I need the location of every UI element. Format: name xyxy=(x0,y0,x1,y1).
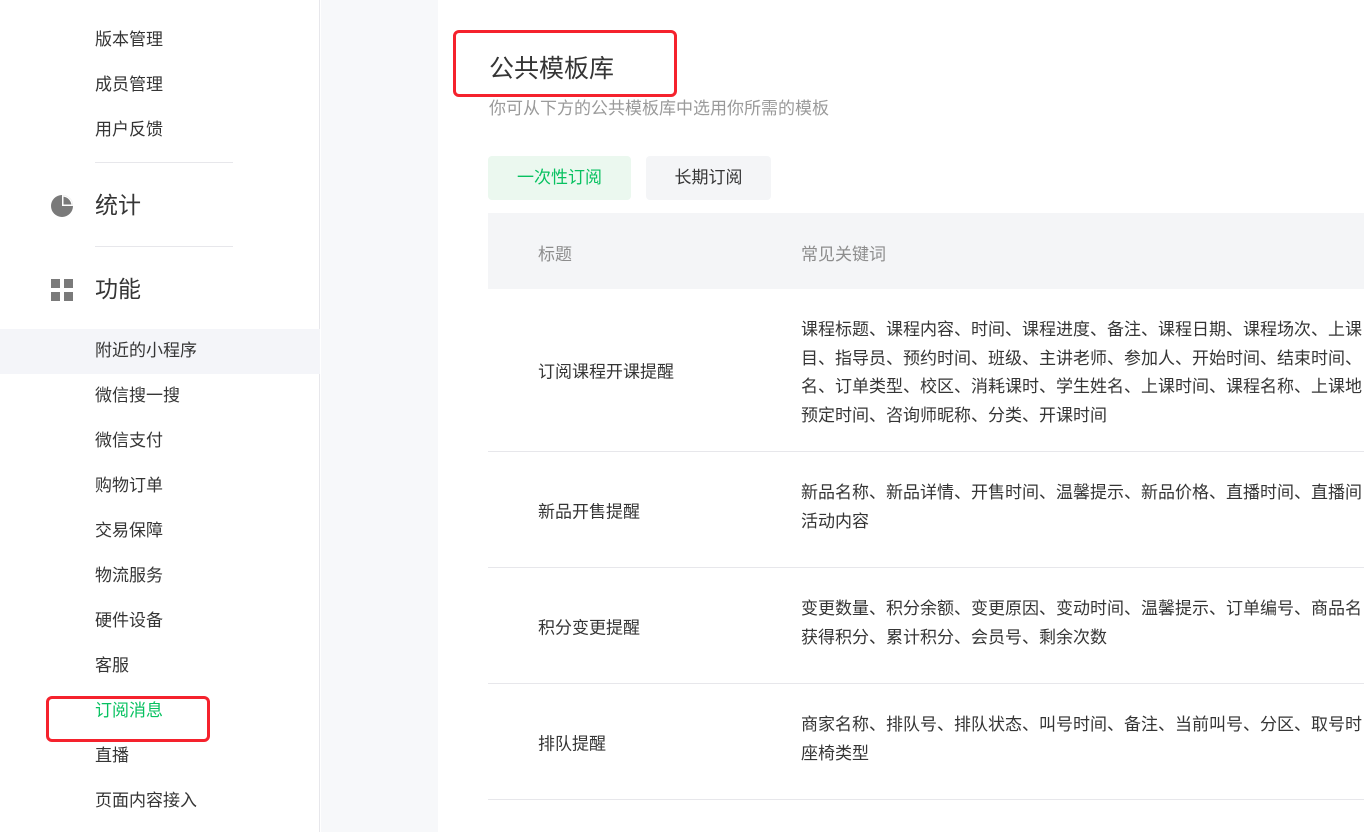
table-header: 标题 常见关键词 xyxy=(488,213,1364,289)
sidebar-item-hardware[interactable]: 硬件设备 xyxy=(0,599,320,644)
template-keywords: 新品名称、新品详情、开售时间、温馨提示、新品价格、直播时间、直播间 活动内容 xyxy=(801,479,1364,536)
template-keywords: 商家名称、排队号、排队状态、叫号时间、备注、当前叫号、分区、取号时 座椅类型 xyxy=(801,711,1364,768)
sidebar-divider xyxy=(95,246,233,247)
page-title: 公共模板库 xyxy=(489,54,615,83)
sidebar-section-functions[interactable]: 功能 xyxy=(0,270,320,310)
table-row[interactable]: 订阅课程开课提醒 课程标题、课程内容、时间、课程进度、备注、课程日期、课程场次、… xyxy=(488,289,1364,452)
template-keywords: 课程标题、课程内容、时间、课程进度、备注、课程日期、课程场次、上课 目、指导员、… xyxy=(801,316,1364,430)
keyword-line: 预定时间、咨询师昵称、分类、开课时间 xyxy=(801,405,1107,426)
sidebar-item-customer-service[interactable]: 客服 xyxy=(0,644,320,689)
content-gutter xyxy=(321,0,438,832)
template-table: 标题 常见关键词 订阅课程开课提醒 课程标题、课程内容、时间、课程进度、备注、课… xyxy=(488,213,1364,800)
page-description: 你可从下方的公共模板库中选用你所需的模板 xyxy=(489,99,829,119)
sidebar-item-subscribe-messages[interactable]: 订阅消息 xyxy=(0,689,320,734)
keyword-line: 座椅类型 xyxy=(801,743,869,764)
sidebar-item-shopping-orders[interactable]: 购物订单 xyxy=(0,464,320,509)
keyword-line: 课程标题、课程内容、时间、课程进度、备注、课程日期、课程场次、上课 xyxy=(801,320,1362,340)
template-title: 排队提醒 xyxy=(538,734,606,754)
sidebar-item-nearby-miniprogram[interactable]: 附近的小程序 xyxy=(0,329,320,374)
sidebar-section-functions-label: 功能 xyxy=(95,277,141,303)
app-window: 版本管理 成员管理 用户反馈 统计 功能 附近的小程序 微信搜一搜 微信支付 购… xyxy=(0,0,1364,832)
pie-chart-icon xyxy=(51,195,73,217)
template-keywords: 变更数量、积分余额、变更原因、变动时间、温馨提示、订单编号、商品名 获得积分、累… xyxy=(801,595,1364,652)
keyword-line: 变更数量、积分余额、变更原因、变动时间、温馨提示、订单编号、商品名 xyxy=(801,599,1362,619)
sidebar-item-user-feedback[interactable]: 用户反馈 xyxy=(0,108,320,153)
column-header-title: 标题 xyxy=(538,245,572,265)
keyword-line: 新品名称、新品详情、开售时间、温馨提示、新品价格、直播时间、直播间 xyxy=(801,483,1362,503)
keyword-line: 活动内容 xyxy=(801,511,869,532)
sidebar-item-wechat-pay[interactable]: 微信支付 xyxy=(0,419,320,464)
table-row[interactable]: 排队提醒 商家名称、排队号、排队状态、叫号时间、备注、当前叫号、分区、取号时 座… xyxy=(488,684,1364,800)
sidebar-item-live[interactable]: 直播 xyxy=(0,734,320,779)
sidebar-section-stats[interactable]: 统计 xyxy=(0,186,320,226)
tab-long-term-subscription[interactable]: 长期订阅 xyxy=(646,156,771,200)
keyword-line: 获得积分、累计积分、会员号、剩余次数 xyxy=(801,627,1107,648)
keyword-line: 目、指导员、预约时间、班级、主讲老师、参加人、开始时间、结束时间、 xyxy=(801,348,1362,369)
template-title: 订阅课程开课提醒 xyxy=(538,362,674,383)
sidebar: 版本管理 成员管理 用户反馈 统计 功能 附近的小程序 微信搜一搜 微信支付 购… xyxy=(0,0,320,832)
sidebar-item-member-management[interactable]: 成员管理 xyxy=(0,63,320,108)
sidebar-divider xyxy=(95,162,233,163)
column-header-keywords: 常见关键词 xyxy=(801,245,886,265)
template-title: 新品开售提醒 xyxy=(538,502,640,522)
keyword-line: 商家名称、排队号、排队状态、叫号时间、备注、当前叫号、分区、取号时 xyxy=(801,715,1362,735)
sidebar-item-logistics[interactable]: 物流服务 xyxy=(0,554,320,599)
sidebar-item-page-content[interactable]: 页面内容接入 xyxy=(0,779,320,824)
sidebar-section-stats-label: 统计 xyxy=(95,193,141,219)
tab-one-time-subscription[interactable]: 一次性订阅 xyxy=(488,156,631,200)
grid-icon xyxy=(51,279,73,301)
main-content: 公共模板库 你可从下方的公共模板库中选用你所需的模板 一次性订阅 长期订阅 标题… xyxy=(438,0,1364,832)
sidebar-item-wechat-search[interactable]: 微信搜一搜 xyxy=(0,374,320,419)
sidebar-item-version-management[interactable]: 版本管理 xyxy=(0,18,320,63)
sidebar-item-trade-guarantee[interactable]: 交易保障 xyxy=(0,509,320,554)
keyword-line: 名、订单类型、校区、消耗课时、学生姓名、上课时间、课程名称、上课地 xyxy=(801,377,1362,397)
template-title: 积分变更提醒 xyxy=(538,618,640,638)
table-row[interactable]: 积分变更提醒 变更数量、积分余额、变更原因、变动时间、温馨提示、订单编号、商品名… xyxy=(488,568,1364,684)
table-row[interactable]: 新品开售提醒 新品名称、新品详情、开售时间、温馨提示、新品价格、直播时间、直播间… xyxy=(488,452,1364,568)
